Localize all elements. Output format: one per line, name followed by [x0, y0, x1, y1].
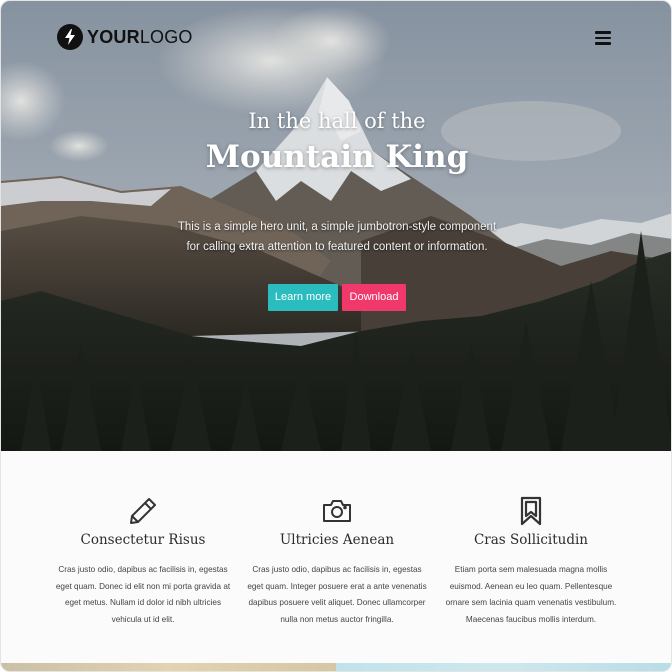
- pencil-icon: [130, 498, 156, 524]
- camera-icon: [323, 500, 351, 522]
- learn-more-button[interactable]: Learn more: [268, 284, 338, 311]
- next-section-preview: [1, 663, 671, 671]
- features-section: Consectetur Risus Cras justo odio, dapib…: [1, 451, 671, 663]
- hero-title-line-2: Mountain King: [205, 139, 469, 175]
- feature-text: Cras justo odio, dapibus ac facilisis in…: [247, 565, 427, 624]
- page-frame: YOURLOGO In the hall of the Mountain Kin…: [0, 0, 672, 672]
- logo-text-regular: LOGO: [139, 27, 193, 47]
- lightning-bolt-icon: [57, 24, 83, 50]
- hero-section: YOURLOGO In the hall of the Mountain Kin…: [1, 1, 671, 451]
- feature-title: Ultricies Aenean: [279, 532, 395, 548]
- logo[interactable]: YOURLOGO: [57, 23, 193, 51]
- logo-text-bold: YOUR: [87, 27, 140, 47]
- logo-text: YOURLOGO: [87, 23, 193, 51]
- feature-title: Cras Sollicitudin: [473, 532, 589, 548]
- hero-description: This is a simple hero unit, a simple jum…: [177, 221, 497, 253]
- hero-title-line-1: In the hall of the: [248, 109, 426, 133]
- download-button[interactable]: Download: [342, 284, 406, 311]
- feature-title: Consectetur Risus: [80, 532, 206, 548]
- hamburger-menu-icon[interactable]: [595, 31, 611, 45]
- feature-text: Etiam porta sem malesuada magna mollis e…: [445, 565, 617, 624]
- bookmark-icon: [520, 496, 542, 526]
- feature-text: Cras justo odio, dapibus ac facilisis in…: [55, 565, 231, 624]
